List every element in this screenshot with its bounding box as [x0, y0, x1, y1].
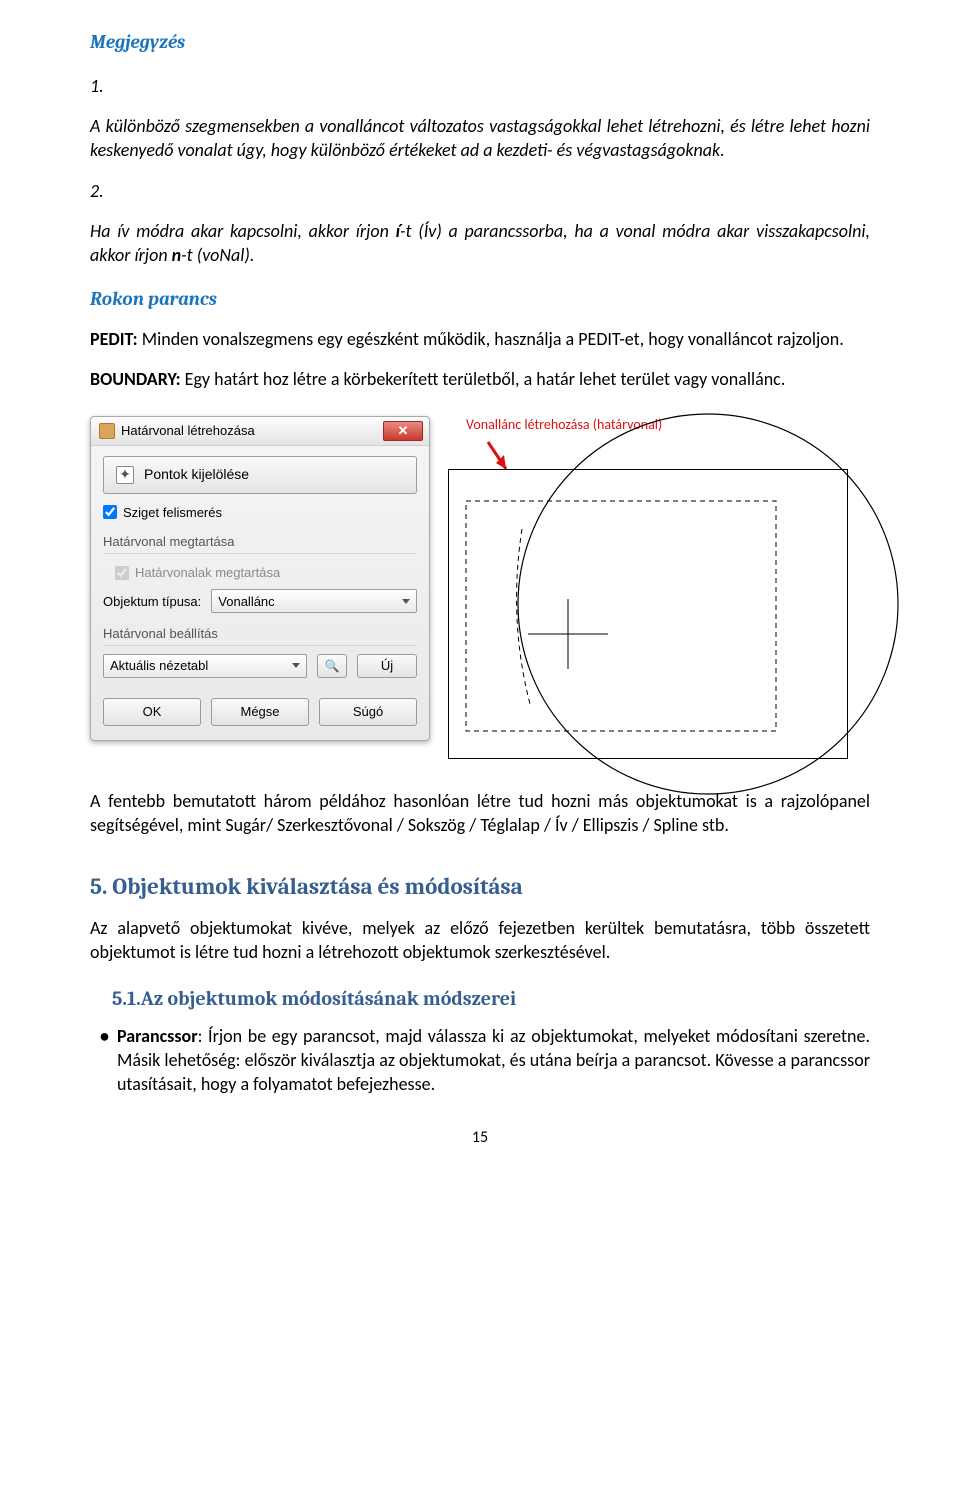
- viewport-value: Aktuális nézetabl: [110, 657, 208, 675]
- keep-boundaries-checkbox: [115, 566, 129, 580]
- viewport-dropdown[interactable]: Aktuális nézetabl: [103, 654, 307, 678]
- bullet-bold: Parancssor: [117, 1025, 198, 1047]
- pedit-text: Minden vonalszegmens egy egészként működ…: [138, 328, 844, 350]
- note2-c: -t (voNal).: [181, 244, 254, 266]
- section51-heading: 5.1.Az objektumok módosításának módszere…: [112, 985, 870, 1012]
- pedit-label: PEDIT:: [90, 328, 138, 350]
- help-button[interactable]: Súgó: [319, 698, 417, 726]
- pick-points-icon: ✦: [116, 466, 134, 484]
- note2-bold2: n: [172, 244, 182, 266]
- diagram-column: Vonallánc létrehozása (határvonal): [448, 416, 870, 759]
- keep-group-label: Határvonal megtartása: [103, 533, 417, 554]
- note2-a: Ha ív módra akar kapcsolni, akkor írjon: [90, 220, 396, 242]
- boundary-setting-group: Határvonal beállítás: [103, 625, 417, 646]
- viewport-row: Aktuális nézetabl 🔍 Új: [103, 654, 417, 678]
- close-icon: ✕: [398, 422, 409, 440]
- boundary-para: BOUNDARY: Egy határt hoz létre a körbeke…: [90, 367, 870, 391]
- pick-points-button[interactable]: ✦ Pontok kijelölése: [103, 456, 417, 494]
- figure-row: Határvonal létrehozása ✕ ✦ Pontok kijelö…: [90, 416, 870, 759]
- island-checkbox-row: Sziget felismerés: [103, 504, 417, 522]
- object-type-label: Objektum típusa:: [103, 593, 201, 611]
- note1-num: 1.: [90, 74, 870, 98]
- note-heading: Megjegyzés: [90, 30, 870, 56]
- ok-label: OK: [143, 703, 162, 721]
- object-type-dropdown[interactable]: Vonallánc: [211, 589, 417, 613]
- annotation-label: Vonallánc létrehozása (határvonal): [466, 416, 888, 435]
- boundary-label: BOUNDARY:: [90, 368, 181, 390]
- bullet-parancssor: Parancssor: Írjon be egy parancsot, majd…: [100, 1024, 870, 1097]
- cancel-label: Mégse: [240, 703, 279, 721]
- island-label: Sziget felismerés: [123, 504, 222, 522]
- section5-text: Az alapvető objektumokat kivéve, melyek …: [90, 916, 870, 965]
- dialog-app-icon: [99, 423, 115, 439]
- keep-boundaries-row: Határvonalak megtartása: [115, 564, 417, 582]
- object-type-row: Objektum típusa: Vonallánc: [103, 589, 417, 613]
- new-button[interactable]: Új: [357, 654, 417, 678]
- pedit-para: PEDIT: Minden vonalszegmens egy egészkén…: [90, 327, 870, 351]
- note2-para: Ha ív módra akar kapcsolni, akkor írjon …: [90, 219, 870, 268]
- new-button-label: Új: [381, 657, 393, 675]
- chevron-down-icon: [402, 599, 410, 604]
- note2-num: 2.: [90, 179, 870, 203]
- refresh-icon: 🔍: [325, 658, 340, 674]
- note1-text: A különböző szegmensekben a vonalláncot …: [90, 114, 870, 163]
- section5-heading: 5. Objektumok kiválasztása és módosítása: [90, 871, 870, 902]
- rokon-heading: Rokon parancs: [90, 287, 870, 313]
- object-type-value: Vonallánc: [218, 593, 274, 611]
- boundary-text: Egy határt hoz létre a körbekerített ter…: [181, 368, 786, 390]
- pick-points-label: Pontok kijelölése: [144, 465, 249, 484]
- cancel-button[interactable]: Mégse: [211, 698, 309, 726]
- keep-boundaries-label: Határvonalak megtartása: [135, 564, 280, 582]
- ok-button[interactable]: OK: [103, 698, 201, 726]
- dialog-titlebar: Határvonal létrehozása ✕: [91, 417, 429, 446]
- chevron-down-icon: [292, 663, 300, 668]
- help-label: Súgó: [353, 703, 383, 721]
- bullet-text: : Írjon be egy parancsot, majd válassza …: [117, 1025, 870, 1096]
- page-number: 15: [90, 1127, 870, 1149]
- after-figure-para: A fentebb bemutatott három példához haso…: [90, 789, 870, 838]
- close-button[interactable]: ✕: [383, 421, 423, 441]
- boundary-diagram: [448, 469, 848, 759]
- dialog-title: Határvonal létrehozása: [121, 422, 255, 440]
- island-checkbox[interactable]: [103, 505, 117, 519]
- boundary-dialog: Határvonal létrehozása ✕ ✦ Pontok kijelö…: [90, 416, 430, 741]
- refresh-button[interactable]: 🔍: [317, 654, 347, 678]
